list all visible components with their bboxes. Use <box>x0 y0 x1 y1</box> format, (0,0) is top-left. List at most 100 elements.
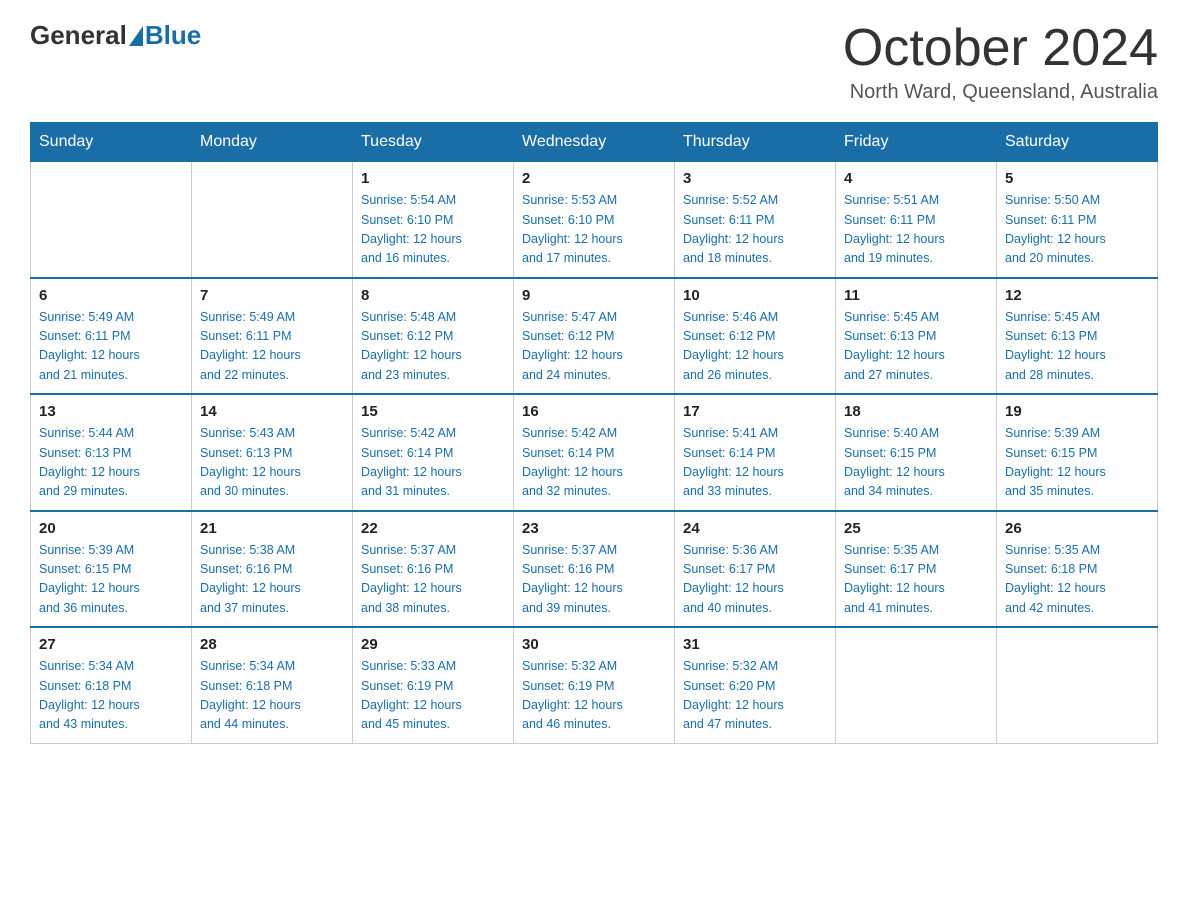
table-row <box>31 162 192 278</box>
logo-blue-text: Blue <box>145 20 201 51</box>
table-row: 17 Sunrise: 5:41 AM Sunset: 6:14 PM Dayli… <box>675 394 836 511</box>
day-info: Sunrise: 5:34 AM Sunset: 6:18 PM Dayligh… <box>200 657 344 735</box>
day-info: Sunrise: 5:39 AM Sunset: 6:15 PM Dayligh… <box>1005 424 1149 502</box>
header: General Blue October 2024 North Ward, Qu… <box>30 20 1158 104</box>
day-info: Sunrise: 5:47 AM Sunset: 6:12 PM Dayligh… <box>522 308 666 386</box>
table-row: 9 Sunrise: 5:47 AM Sunset: 6:12 PM Daylig… <box>514 278 675 395</box>
day-info: Sunrise: 5:38 AM Sunset: 6:16 PM Dayligh… <box>200 541 344 619</box>
col-friday: Friday <box>836 123 997 162</box>
table-row: 8 Sunrise: 5:48 AM Sunset: 6:12 PM Daylig… <box>353 278 514 395</box>
day-info: Sunrise: 5:36 AM Sunset: 6:17 PM Dayligh… <box>683 541 827 619</box>
day-number: 9 <box>522 287 666 304</box>
day-number: 5 <box>1005 170 1149 187</box>
table-row: 18 Sunrise: 5:40 AM Sunset: 6:15 PM Dayli… <box>836 394 997 511</box>
table-row: 3 Sunrise: 5:52 AM Sunset: 6:11 PM Daylig… <box>675 162 836 278</box>
title-area: October 2024 North Ward, Queensland, Aus… <box>843 20 1158 104</box>
day-number: 6 <box>39 287 183 304</box>
week-row-4: 20 Sunrise: 5:39 AM Sunset: 6:15 PM Dayli… <box>31 511 1158 628</box>
day-info: Sunrise: 5:50 AM Sunset: 6:11 PM Dayligh… <box>1005 191 1149 269</box>
week-row-1: 1 Sunrise: 5:54 AM Sunset: 6:10 PM Daylig… <box>31 162 1158 278</box>
table-row: 21 Sunrise: 5:38 AM Sunset: 6:16 PM Dayli… <box>192 511 353 628</box>
table-row: 30 Sunrise: 5:32 AM Sunset: 6:19 PM Dayli… <box>514 627 675 743</box>
day-number: 25 <box>844 520 988 537</box>
week-row-2: 6 Sunrise: 5:49 AM Sunset: 6:11 PM Daylig… <box>31 278 1158 395</box>
day-info: Sunrise: 5:52 AM Sunset: 6:11 PM Dayligh… <box>683 191 827 269</box>
col-saturday: Saturday <box>997 123 1158 162</box>
day-number: 18 <box>844 403 988 420</box>
day-info: Sunrise: 5:44 AM Sunset: 6:13 PM Dayligh… <box>39 424 183 502</box>
table-row: 12Sunrise: 5:45 AM Sunset: 6:13 PM Dayli… <box>997 278 1158 395</box>
day-info: Sunrise: 5:54 AM Sunset: 6:10 PM Dayligh… <box>361 191 505 269</box>
day-number: 11 <box>844 287 988 304</box>
table-row: 24 Sunrise: 5:36 AM Sunset: 6:17 PM Dayli… <box>675 511 836 628</box>
day-number: 10 <box>683 287 827 304</box>
table-row <box>192 162 353 278</box>
table-row: 7 Sunrise: 5:49 AM Sunset: 6:11 PM Daylig… <box>192 278 353 395</box>
table-row: 11 Sunrise: 5:45 AM Sunset: 6:13 PM Dayli… <box>836 278 997 395</box>
col-thursday: Thursday <box>675 123 836 162</box>
day-info: Sunrise: 5:42 AM Sunset: 6:14 PM Dayligh… <box>522 424 666 502</box>
day-info: Sunrise: 5:34 AM Sunset: 6:18 PM Dayligh… <box>39 657 183 735</box>
day-info: Sunrise: 5:46 AM Sunset: 6:12 PM Dayligh… <box>683 308 827 386</box>
table-row: 5 Sunrise: 5:50 AM Sunset: 6:11 PM Daylig… <box>997 162 1158 278</box>
day-info: Sunrise: 5:37 AM Sunset: 6:16 PM Dayligh… <box>361 541 505 619</box>
day-info: Sunrise: 5:45 AM Sunset: 6:13 PM Dayligh… <box>844 308 988 386</box>
table-row <box>997 627 1158 743</box>
table-row: 10 Sunrise: 5:46 AM Sunset: 6:12 PM Dayli… <box>675 278 836 395</box>
day-number: 7 <box>200 287 344 304</box>
table-row: 28 Sunrise: 5:34 AM Sunset: 6:18 PM Dayli… <box>192 627 353 743</box>
day-number: 31 <box>683 636 827 653</box>
day-number: 30 <box>522 636 666 653</box>
day-number: 23 <box>522 520 666 537</box>
day-number: 19 <box>1005 403 1149 420</box>
day-info: Sunrise: 5:32 AM Sunset: 6:19 PM Dayligh… <box>522 657 666 735</box>
day-number: 12 <box>1005 287 1149 304</box>
logo-triangle-icon <box>129 26 143 46</box>
day-number: 4 <box>844 170 988 187</box>
week-row-3: 13Sunrise: 5:44 AM Sunset: 6:13 PM Dayli… <box>31 394 1158 511</box>
table-row: 25Sunrise: 5:35 AM Sunset: 6:17 PM Dayli… <box>836 511 997 628</box>
logo-general-text: General <box>30 20 127 51</box>
day-info: Sunrise: 5:48 AM Sunset: 6:12 PM Dayligh… <box>361 308 505 386</box>
day-number: 26 <box>1005 520 1149 537</box>
table-row: 22 Sunrise: 5:37 AM Sunset: 6:16 PM Dayli… <box>353 511 514 628</box>
table-row: 13Sunrise: 5:44 AM Sunset: 6:13 PM Dayli… <box>31 394 192 511</box>
day-number: 17 <box>683 403 827 420</box>
week-row-5: 27 Sunrise: 5:34 AM Sunset: 6:18 PM Dayli… <box>31 627 1158 743</box>
col-wednesday: Wednesday <box>514 123 675 162</box>
table-row: 6 Sunrise: 5:49 AM Sunset: 6:11 PM Daylig… <box>31 278 192 395</box>
table-row: 15 Sunrise: 5:42 AM Sunset: 6:14 PM Dayli… <box>353 394 514 511</box>
table-row: 27 Sunrise: 5:34 AM Sunset: 6:18 PM Dayli… <box>31 627 192 743</box>
day-number: 14 <box>200 403 344 420</box>
day-number: 24 <box>683 520 827 537</box>
day-info: Sunrise: 5:42 AM Sunset: 6:14 PM Dayligh… <box>361 424 505 502</box>
day-number: 3 <box>683 170 827 187</box>
day-number: 28 <box>200 636 344 653</box>
day-info: Sunrise: 5:49 AM Sunset: 6:11 PM Dayligh… <box>200 308 344 386</box>
day-info: Sunrise: 5:51 AM Sunset: 6:11 PM Dayligh… <box>844 191 988 269</box>
day-number: 8 <box>361 287 505 304</box>
table-row: 16Sunrise: 5:42 AM Sunset: 6:14 PM Dayli… <box>514 394 675 511</box>
day-info: Sunrise: 5:33 AM Sunset: 6:19 PM Dayligh… <box>361 657 505 735</box>
day-info: Sunrise: 5:39 AM Sunset: 6:15 PM Dayligh… <box>39 541 183 619</box>
day-info: Sunrise: 5:53 AM Sunset: 6:10 PM Dayligh… <box>522 191 666 269</box>
day-number: 15 <box>361 403 505 420</box>
day-number: 1 <box>361 170 505 187</box>
day-number: 29 <box>361 636 505 653</box>
day-info: Sunrise: 5:41 AM Sunset: 6:14 PM Dayligh… <box>683 424 827 502</box>
calendar-table: Sunday Monday Tuesday Wednesday Thursday… <box>30 122 1158 744</box>
day-number: 21 <box>200 520 344 537</box>
table-row: 23Sunrise: 5:37 AM Sunset: 6:16 PM Dayli… <box>514 511 675 628</box>
day-info: Sunrise: 5:40 AM Sunset: 6:15 PM Dayligh… <box>844 424 988 502</box>
table-row: 20 Sunrise: 5:39 AM Sunset: 6:15 PM Dayli… <box>31 511 192 628</box>
table-row: 1 Sunrise: 5:54 AM Sunset: 6:10 PM Daylig… <box>353 162 514 278</box>
table-row <box>836 627 997 743</box>
day-info: Sunrise: 5:49 AM Sunset: 6:11 PM Dayligh… <box>39 308 183 386</box>
table-row: 29 Sunrise: 5:33 AM Sunset: 6:19 PM Dayli… <box>353 627 514 743</box>
day-number: 20 <box>39 520 183 537</box>
day-number: 27 <box>39 636 183 653</box>
table-row: 19 Sunrise: 5:39 AM Sunset: 6:15 PM Dayli… <box>997 394 1158 511</box>
day-info: Sunrise: 5:32 AM Sunset: 6:20 PM Dayligh… <box>683 657 827 735</box>
day-number: 22 <box>361 520 505 537</box>
logo: General Blue <box>30 20 201 51</box>
